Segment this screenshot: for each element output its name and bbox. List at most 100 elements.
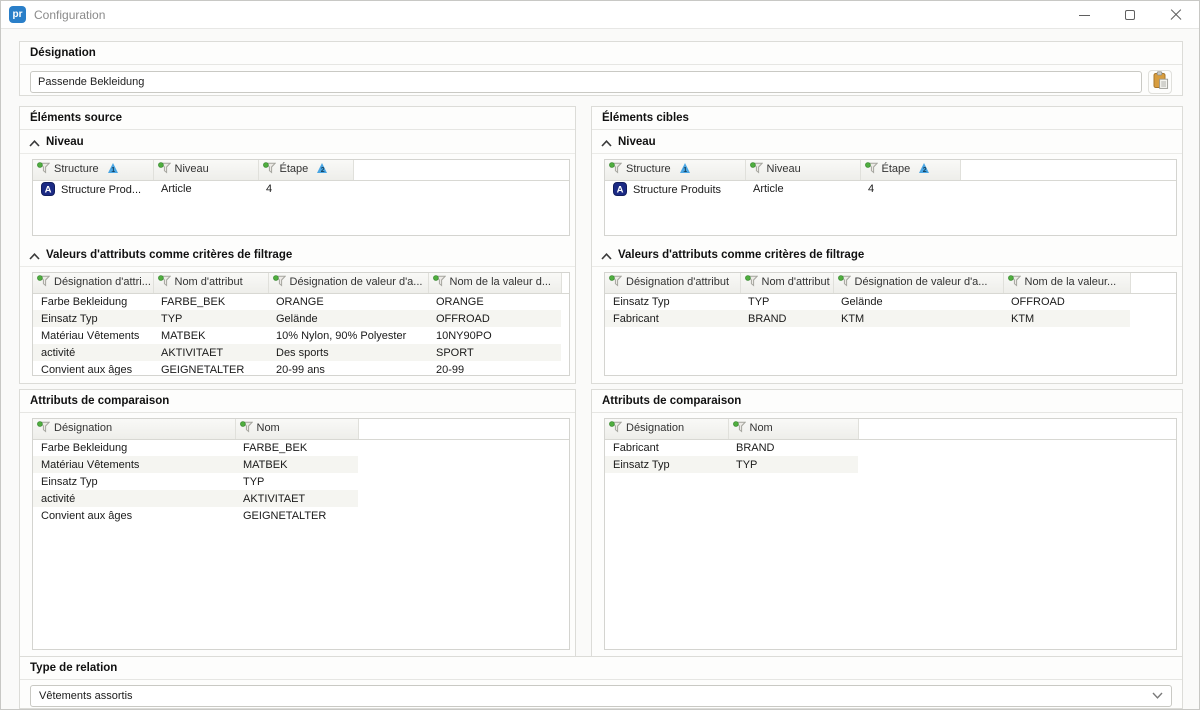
table-row[interactable]: Convient aux âgesGEIGNETALTER <box>33 507 569 524</box>
column-header[interactable]: Niveau <box>153 160 258 180</box>
column-header[interactable]: Désignation d'attribut <box>605 273 740 293</box>
cell: GEIGNETALTER <box>153 361 268 376</box>
maximize-icon <box>1125 10 1135 20</box>
row-filler <box>858 456 1176 473</box>
cell: AStructure Prod... <box>33 180 153 197</box>
column-header[interactable]: Nom d'attribut <box>153 273 268 293</box>
cell: Convient aux âges <box>33 361 153 376</box>
column-header[interactable]: Nom <box>728 419 858 439</box>
cell: AKTIVITAET <box>153 344 268 361</box>
filter-icon[interactable] <box>1008 275 1021 290</box>
cell: Article <box>153 180 258 197</box>
target-comparison-group: Attributs de comparaison Désignation Nom F… <box>591 389 1183 658</box>
filter-icon[interactable] <box>838 275 851 290</box>
relation-group: Type de relation Vêtements assortis <box>19 656 1183 709</box>
filter-icon[interactable] <box>733 421 746 436</box>
column-header[interactable]: Structure1 <box>33 160 153 180</box>
cell: TYP <box>728 456 858 473</box>
column-header[interactable]: Désignation de valeur d'a... <box>268 273 428 293</box>
target-niveau-table: Structure1NiveauÉtape2AStructure Produit… <box>605 160 1176 197</box>
collapse-icon <box>601 140 612 147</box>
cell: FARBE_BEK <box>153 293 268 310</box>
table-row[interactable]: Matériau VêtementsMATBEK10% Nylon, 90% P… <box>33 327 569 344</box>
cell: GEIGNETALTER <box>235 507 358 524</box>
cell: Farbe Bekleidung <box>33 439 235 456</box>
source-niveau-header[interactable]: Niveau <box>20 130 575 154</box>
designation-label: Désignation <box>20 42 1182 65</box>
column-label: Structure <box>54 163 99 175</box>
source-filters-header[interactable]: Valeurs d'attributs comme critères de fi… <box>20 243 575 267</box>
column-label: Nom <box>750 422 773 434</box>
table-row[interactable]: activitéAKTIVITAETDes sportsSPORT <box>33 344 569 361</box>
filter-icon[interactable] <box>750 162 763 177</box>
table-row[interactable]: FabricantBRAND <box>605 439 1176 456</box>
cell: FARBE_BEK <box>235 439 358 456</box>
minimize-button[interactable] <box>1061 1 1107 29</box>
column-header[interactable]: Nom <box>235 419 358 439</box>
table-row[interactable]: Einsatz TypTYP <box>33 473 569 490</box>
target-group: Éléments cibles Niveau Structure1NiveauÉ… <box>591 106 1183 384</box>
column-label: Étape <box>280 163 309 175</box>
filter-icon[interactable] <box>37 275 50 290</box>
filter-icon[interactable] <box>158 275 171 290</box>
app-logo-icon: pr <box>9 6 26 23</box>
table-row[interactable]: Einsatz TypTYPGeländeOFFROAD <box>605 293 1176 310</box>
table-row[interactable]: Farbe BekleidungFARBE_BEKORANGEORANGE <box>33 293 569 310</box>
table-row[interactable]: Einsatz TypTYP <box>605 456 1176 473</box>
maximize-button[interactable] <box>1107 1 1153 29</box>
filter-icon[interactable] <box>865 162 878 177</box>
column-header[interactable]: Niveau <box>745 160 860 180</box>
filter-icon[interactable] <box>37 421 50 436</box>
column-header[interactable]: Désignation de valeur d'a... <box>833 273 1003 293</box>
filter-icon[interactable] <box>433 275 446 290</box>
table-row[interactable]: Matériau VêtementsMATBEK <box>33 456 569 473</box>
filter-icon[interactable] <box>273 275 286 290</box>
window-title: Configuration <box>34 8 105 22</box>
relation-type-select[interactable]: Vêtements assortis <box>30 685 1172 707</box>
column-header[interactable]: Étape2 <box>860 160 960 180</box>
source-filters-section: Valeurs d'attributs comme critères de fi… <box>20 243 575 376</box>
header-filler <box>561 273 569 293</box>
target-column: Éléments cibles Niveau Structure1NiveauÉ… <box>591 106 1183 658</box>
paste-button[interactable] <box>1148 70 1172 94</box>
cell: OFFROAD <box>1003 293 1130 310</box>
target-niveau-header[interactable]: Niveau <box>592 130 1182 154</box>
filter-icon[interactable] <box>609 275 622 290</box>
cell: 4 <box>860 180 960 197</box>
filter-icon[interactable] <box>263 162 276 177</box>
row-filler <box>561 327 569 344</box>
column-header[interactable]: Structure1 <box>605 160 745 180</box>
designation-input[interactable] <box>30 71 1142 93</box>
table-row[interactable]: activitéAKTIVITAET <box>33 490 569 507</box>
table-row[interactable]: AStructure ProduitsArticle4 <box>605 180 1176 197</box>
column-header[interactable]: Désignation d'attri... <box>33 273 153 293</box>
column-header[interactable]: Nom d'attribut <box>740 273 833 293</box>
filter-icon[interactable] <box>158 162 171 177</box>
table-row[interactable]: Farbe BekleidungFARBE_BEK <box>33 439 569 456</box>
table-row[interactable]: Convient aux âgesGEIGNETALTER20-99 ans20… <box>33 361 569 376</box>
filter-icon[interactable] <box>745 275 758 290</box>
filter-icon[interactable] <box>240 421 253 436</box>
column-header[interactable]: Nom de la valeur... <box>1003 273 1130 293</box>
table-row[interactable]: AStructure Prod...Article4 <box>33 180 569 197</box>
section-label: Niveau <box>618 135 656 150</box>
source-group: Éléments source Niveau Structure1NiveauÉ… <box>19 106 576 384</box>
cell: SPORT <box>428 344 561 361</box>
target-comparison-tablebox: Désignation Nom FabricantBRANDEinsatz TypT… <box>604 418 1177 650</box>
section-label: Valeurs d'attributs comme critères de fi… <box>46 248 292 263</box>
column-header[interactable]: Étape2 <box>258 160 353 180</box>
filter-icon[interactable] <box>37 162 50 177</box>
table-row[interactable]: FabricantBRANDKTMKTM <box>605 310 1176 327</box>
column-header[interactable]: Désignation <box>33 419 235 439</box>
source-niveau-table: Structure1NiveauÉtape2AStructure Prod...… <box>33 160 569 197</box>
column-header[interactable]: Désignation <box>605 419 728 439</box>
table-row[interactable]: Einsatz TypTYPGeländeOFFROAD <box>33 310 569 327</box>
target-title: Éléments cibles <box>592 107 1182 130</box>
filter-icon[interactable] <box>609 162 622 177</box>
column-header[interactable]: Nom de la valeur d... <box>428 273 561 293</box>
target-filters-header[interactable]: Valeurs d'attributs comme critères de fi… <box>592 243 1182 267</box>
target-comparison-title: Attributs de comparaison <box>592 390 1182 413</box>
filter-icon[interactable] <box>609 421 622 436</box>
close-button[interactable] <box>1153 1 1199 29</box>
article-icon: A <box>41 182 55 196</box>
